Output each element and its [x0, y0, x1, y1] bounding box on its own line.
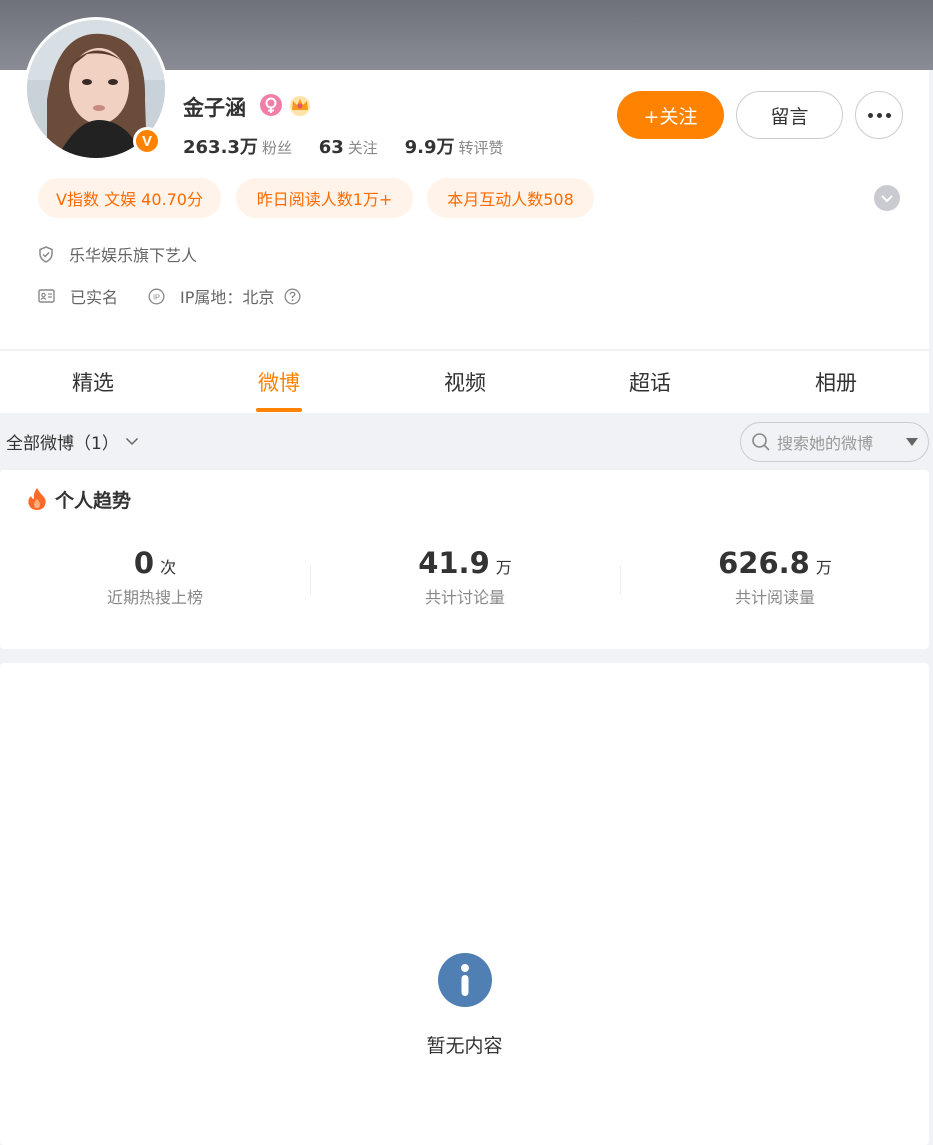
female-icon	[260, 94, 282, 116]
crown-icon[interactable]	[288, 93, 312, 117]
empty-state-text: 暂无内容	[426, 1035, 503, 1057]
stat-discussions-label: 共计讨论量	[424, 588, 505, 607]
stat-discussions-unit: 万	[495, 558, 512, 577]
tag-monthly-interactions[interactable]: 本月互动人数508	[427, 178, 594, 218]
search-icon	[751, 432, 771, 452]
stat-fans-value: 263.3万	[183, 137, 258, 158]
weibo-filter-dropdown[interactable]: 全部微博（1）	[6, 429, 139, 454]
tab-super-topic[interactable]: 超话	[600, 351, 700, 413]
stat-hot-search-value: 0	[133, 546, 155, 580]
fire-icon	[26, 487, 48, 511]
search-placeholder: 搜索她的微博	[777, 434, 874, 453]
tag-v-index[interactable]: V指数 文娱 40.70分	[38, 178, 221, 218]
stat-following-value: 63	[318, 137, 344, 158]
dropdown-triangle-icon[interactable]	[906, 438, 918, 446]
filter-label: 全部微博（1）	[6, 434, 119, 454]
stat-following-label: 关注	[347, 139, 378, 157]
stat-interactions-value: 9.9万	[404, 137, 455, 158]
stat-divider	[620, 565, 621, 595]
verification-row: 已实名 IP IP属地：北京	[38, 284, 301, 308]
company-info: 乐华娱乐旗下艺人	[38, 242, 197, 266]
tag-yesterday-reads[interactable]: 昨日阅读人数1万+	[236, 178, 413, 218]
tab-featured[interactable]: 精选	[43, 351, 143, 413]
follow-button[interactable]: +关注	[617, 91, 724, 139]
stat-discussions: 41.9 万 共计讨论量	[365, 546, 565, 608]
stat-divider	[310, 565, 311, 595]
stat-reads-value: 626.8	[718, 546, 810, 580]
stat-hot-search-label: 近期热搜上榜	[106, 588, 203, 607]
shield-icon	[38, 245, 54, 263]
info-icon	[438, 953, 492, 1007]
profile-tabs: 精选 微博 视频 超话 相册	[0, 351, 929, 413]
tab-active-indicator	[256, 408, 302, 412]
stat-fans[interactable]: 263.3万 粉丝	[183, 137, 292, 158]
trend-title: 个人趋势	[55, 490, 132, 512]
stat-fans-label: 粉丝	[261, 139, 292, 157]
stat-reads-label: 共计阅读量	[734, 588, 815, 607]
weibo-feed	[0, 663, 929, 1145]
stat-reads-unit: 万	[815, 558, 832, 577]
stat-hot-search: 0次 近期热搜上榜	[55, 546, 255, 608]
stat-discussions-value: 41.9	[418, 546, 490, 580]
stat-hot-search-unit: 次	[160, 558, 177, 577]
tab-video[interactable]: 视频	[415, 351, 515, 413]
verified-icon: V	[133, 127, 161, 155]
stat-reads: 626.8 万 共计阅读量	[675, 546, 875, 608]
stat-following[interactable]: 63 关注	[318, 137, 378, 158]
search-input[interactable]: 搜索她的微博	[740, 422, 929, 462]
stat-interactions-label: 转评赞	[458, 139, 504, 157]
real-name-text: 已实名	[70, 288, 119, 307]
id-card-icon	[38, 289, 55, 303]
chevron-down-icon[interactable]	[874, 185, 900, 211]
more-icon[interactable]	[855, 91, 903, 139]
tab-album[interactable]: 相册	[786, 351, 886, 413]
help-icon[interactable]	[284, 288, 301, 305]
svg-text:IP: IP	[153, 292, 160, 301]
ip-icon: IP	[148, 288, 165, 305]
tab-weibo[interactable]: 微博	[229, 351, 329, 413]
username: 金子涵	[183, 96, 246, 120]
company-text: 乐华娱乐旗下艺人	[69, 246, 198, 265]
chevron-down-icon	[125, 437, 139, 446]
ip-location-text: IP属地：北京	[180, 288, 275, 307]
stat-interactions: 9.9万 转评赞	[404, 137, 504, 158]
profile-stats: 263.3万 粉丝 63 关注 9.9万 转评赞	[183, 133, 526, 159]
message-button[interactable]: 留言	[736, 91, 843, 139]
